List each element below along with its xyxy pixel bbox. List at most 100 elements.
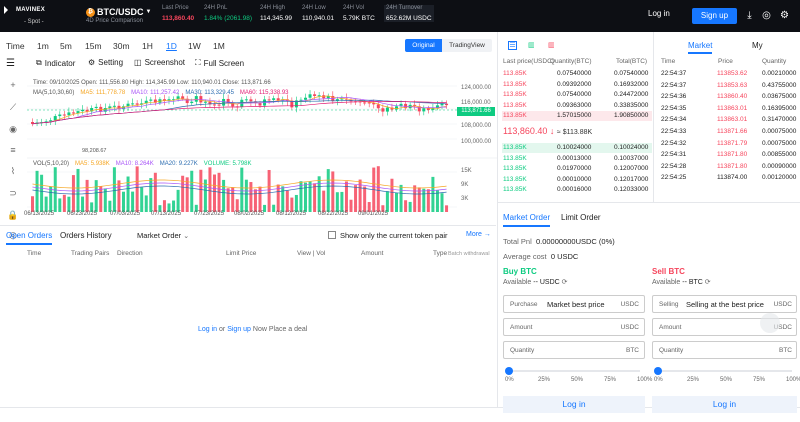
buy-price-field[interactable]: Purchase Market best price USDC [503, 295, 645, 313]
brand-sub: - Spot - [24, 19, 44, 25]
percent-label[interactable]: 25% [538, 377, 550, 383]
pair-selector[interactable]: ₿ BTC/USDC ▼ [86, 7, 151, 17]
market-order-select[interactable]: Market Order ⌄ [137, 231, 189, 240]
candle [249, 99, 253, 102]
volume-bar [267, 169, 271, 212]
column-header: Type [433, 250, 448, 257]
percent-label[interactable]: 50% [571, 377, 583, 383]
orderbook-row[interactable]: 113.85K 0.01970000 0.12007000 [502, 164, 652, 174]
volume-bar [340, 191, 344, 212]
trendline-icon[interactable]: ⟋ [7, 102, 19, 112]
volume-bar [390, 178, 394, 212]
stat-label: 24H Vol [343, 5, 365, 11]
percent-label[interactable]: 50% [720, 377, 732, 383]
tab-limit-order[interactable]: Limit Order [561, 213, 601, 222]
percent-label[interactable]: 75% [753, 377, 765, 383]
current-pair-checkbox[interactable] [328, 231, 336, 239]
fib-icon[interactable]: ≡ [7, 145, 19, 155]
percent-label[interactable]: 75% [604, 377, 616, 383]
brand-logo[interactable]: MAVINEX [4, 6, 45, 14]
x-date-label: 07/13/2025 [151, 211, 182, 217]
percent-label[interactable]: 100% [786, 377, 800, 383]
orderbook-row[interactable]: 113.85K 0.09392000 0.16932000 [502, 80, 652, 90]
floating-scroll-icon[interactable] [760, 313, 780, 333]
view-tradingview-button[interactable]: TradingView [442, 39, 492, 52]
tab-orders-history[interactable]: Orders History [60, 231, 112, 240]
buy-slider-handle[interactable] [505, 367, 513, 375]
more-link[interactable]: More → [466, 231, 491, 238]
volume-bar [344, 181, 348, 212]
crosshair-icon[interactable]: + [7, 80, 19, 90]
sell-login-button[interactable]: Log in [652, 396, 797, 413]
fullscreen-button[interactable]: ⛶ Full Screen [195, 58, 244, 68]
screenshot-button[interactable]: ◫ Screenshot [134, 58, 185, 67]
trade-quantity: 0.00075000 [762, 139, 797, 147]
logo-icon [4, 6, 13, 14]
orderbook-row[interactable]: 113.85K 0.00010000 0.12017000 [502, 175, 652, 185]
header-login-link[interactable]: Log in [648, 9, 670, 18]
timeframe-1m[interactable]: 1m [37, 41, 49, 51]
sell-quantity-field[interactable]: Quantity BTC [652, 341, 797, 359]
percent-label[interactable]: 0% [654, 377, 663, 383]
lock-icon[interactable]: 🔒 [7, 210, 19, 220]
timeframe-5m[interactable]: 5m [60, 41, 72, 51]
sell-price-field[interactable]: Selling Selling at the best price USDC [652, 295, 797, 313]
tab-market[interactable]: Market [688, 41, 713, 54]
timeframe-15m[interactable]: 15m [85, 41, 102, 51]
orderbook-row[interactable]: 113.85K 1.57015000 1.90850000 [502, 111, 652, 122]
view-original-button[interactable]: Original [405, 39, 442, 52]
y-tick: 100,000.00 [461, 139, 492, 145]
signup-button[interactable]: Sign up [692, 8, 737, 24]
trade-quantity: 0.00075000 [762, 128, 797, 135]
orderbook-row[interactable]: 113.85K 0.00013000 0.10037000 [502, 154, 652, 164]
timeframe-time[interactable]: Time [6, 41, 25, 51]
stat-value: 1.84% (2061.98) [204, 15, 253, 22]
timeframe-30m[interactable]: 30m [113, 41, 130, 51]
orderbook-row[interactable]: 113.85K 0.07540000 0.24472000 [502, 90, 652, 100]
download-icon[interactable]: ⤓ [744, 10, 755, 21]
buy-price-value: Market best price [547, 300, 605, 309]
sell-slider-track[interactable] [657, 370, 792, 372]
circle-tool-icon[interactable]: ◉ [7, 124, 19, 134]
book-bids-icon[interactable]: ▥ [528, 41, 537, 50]
prompt-login-link[interactable]: Log in [198, 326, 217, 333]
percent-label[interactable]: 25% [687, 377, 699, 383]
book-asks-icon[interactable]: ▥ [548, 41, 557, 50]
timeframe-1h[interactable]: 1H [142, 41, 153, 51]
tab-my[interactable]: My [752, 41, 763, 50]
buy-amount-field[interactable]: Amount USDC [503, 318, 645, 336]
volume-bar [422, 188, 426, 212]
volume-bar [135, 166, 139, 212]
trade-price: 113863.01 [717, 104, 748, 112]
sell-qty-label: Quantity [659, 347, 684, 354]
magnet-icon[interactable]: ⊃ [7, 188, 19, 198]
timeframe-1d[interactable]: 1D [166, 41, 177, 51]
settings-icon[interactable]: ⚙ [779, 10, 790, 21]
refresh-icon[interactable]: ⟳ [705, 279, 711, 286]
ruler-icon[interactable]: ⌇ [7, 166, 19, 176]
orderbook-row[interactable]: 113.85K 0.10024000 0.10024000 [502, 143, 652, 153]
refresh-icon[interactable]: ⟳ [562, 279, 568, 286]
orderbook-row[interactable]: 113.85K 0.00016000 0.12033000 [502, 185, 652, 195]
prompt-signup-link[interactable]: Sign up [227, 326, 251, 333]
setting-button[interactable]: ⚙ Setting [88, 58, 123, 67]
trade-price: 113860.40 [717, 93, 748, 101]
percent-label[interactable]: 0% [505, 377, 514, 383]
tab-market-order[interactable]: Market Order [503, 213, 551, 227]
orderbook-row[interactable]: 113.85K 0.07540000 0.07540000 [502, 69, 652, 79]
buy-login-button[interactable]: Log in [503, 396, 645, 413]
buy-quantity-field[interactable]: Quantity BTC [503, 341, 645, 359]
buy-slider-track[interactable] [508, 370, 640, 372]
menu-icon[interactable]: ☰ [6, 58, 15, 69]
orderbook-row[interactable]: 113.85K 0.09363000 0.33835000 [502, 101, 652, 111]
timeframe-1m[interactable]: 1M [213, 41, 225, 51]
tab-open-orders[interactable]: Open Orders [6, 231, 53, 245]
timeframe-1w[interactable]: 1W [188, 41, 201, 51]
sell-slider-handle[interactable] [654, 367, 662, 375]
indicator-button[interactable]: ⧉ Indicator [36, 58, 75, 68]
vol-tick: 3K [461, 196, 469, 202]
vma5-line [32, 179, 447, 189]
percent-label[interactable]: 100% [637, 377, 652, 383]
globe-icon[interactable]: ◎ [761, 10, 772, 21]
book-both-icon[interactable]: ☰ [508, 41, 517, 50]
